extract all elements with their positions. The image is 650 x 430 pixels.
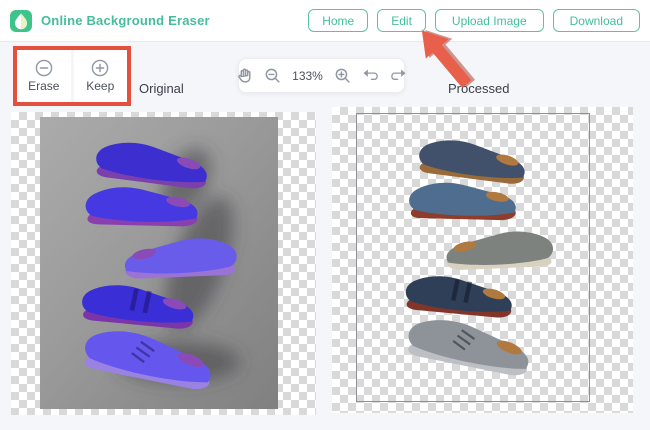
original-canvas-panel xyxy=(11,112,316,415)
minus-circle-icon xyxy=(35,59,53,77)
keep-label: Keep xyxy=(86,79,115,93)
app-logo-icon xyxy=(10,9,32,32)
upload-image-button[interactable]: Upload Image xyxy=(434,9,544,32)
zoom-level-value: 133% xyxy=(292,68,323,83)
edit-button[interactable]: Edit xyxy=(377,9,426,32)
online-background-eraser-app: Online Background Eraser Home Edit Uploa… xyxy=(0,0,650,430)
zoom-out-icon[interactable] xyxy=(264,67,281,84)
canvas-toolbar: 133% xyxy=(236,58,407,93)
processed-image[interactable] xyxy=(356,113,590,402)
processed-canvas-panel xyxy=(332,107,633,413)
pan-hand-icon[interactable] xyxy=(236,67,253,84)
keep-tool-button[interactable]: Keep xyxy=(73,50,127,102)
zoom-in-icon[interactable] xyxy=(334,67,351,84)
home-button[interactable]: Home xyxy=(308,9,369,32)
red-highlight-box: Erase Keep xyxy=(13,46,131,106)
redo-icon[interactable] xyxy=(390,67,407,84)
erase-label: Erase xyxy=(28,79,60,93)
page-title: Online Background Eraser xyxy=(41,13,210,28)
undo-icon[interactable] xyxy=(362,67,379,84)
processed-label: Processed xyxy=(448,81,510,96)
original-image[interactable] xyxy=(40,117,278,409)
original-shoes-illustration xyxy=(62,123,258,403)
erase-tool-button[interactable]: Erase xyxy=(17,50,71,102)
original-label: Original xyxy=(139,81,184,96)
processed-shoes-illustration xyxy=(391,120,569,390)
plus-circle-icon xyxy=(91,59,109,77)
header-bar: Online Background Eraser Home Edit Uploa… xyxy=(0,0,650,41)
download-button[interactable]: Download xyxy=(552,9,640,32)
nav-buttons: Home Edit Upload Image Download xyxy=(308,9,640,32)
